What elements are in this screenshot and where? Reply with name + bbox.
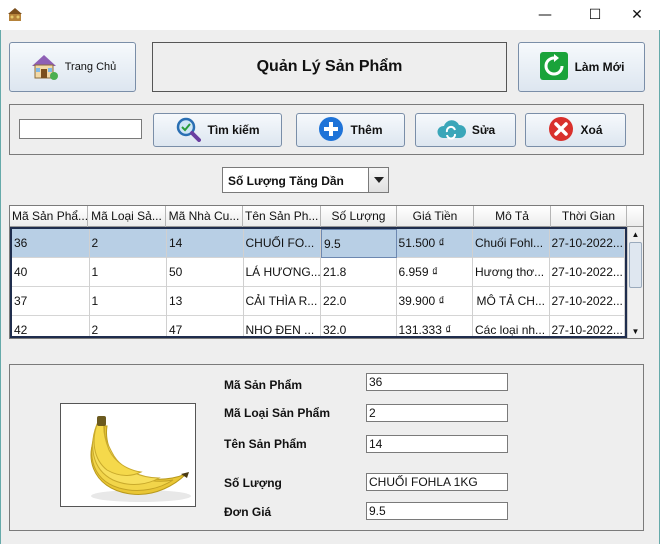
- home-label: Trang Chủ: [64, 61, 117, 73]
- table-cell[interactable]: 1: [90, 287, 167, 316]
- table-cell[interactable]: 1: [90, 258, 167, 287]
- search-input[interactable]: [19, 119, 142, 139]
- delete-icon: [548, 116, 574, 145]
- table-cell[interactable]: 9.5: [321, 229, 397, 258]
- table-cell[interactable]: 51.500 ₫: [397, 229, 474, 258]
- chevron-down-icon[interactable]: [368, 168, 388, 192]
- unit-price-field[interactable]: 9.5: [366, 502, 508, 520]
- table-cell[interactable]: CHUỐI FO...: [244, 229, 321, 258]
- table-cell[interactable]: 40: [12, 258, 90, 287]
- category-id-label: Mã Loại Sản Phẩm: [224, 406, 331, 420]
- search-icon: [175, 116, 202, 145]
- table-cell[interactable]: 6.959 ₫: [397, 258, 473, 287]
- quantity-label: Số Lượng: [224, 476, 282, 490]
- column-header[interactable]: Mã Loại Sả...: [88, 206, 166, 227]
- table-cell[interactable]: 37: [12, 287, 90, 316]
- table-cell[interactable]: 22.0: [321, 287, 397, 316]
- column-header[interactable]: Tên Sản Ph...: [243, 206, 321, 227]
- minimize-icon: —: [538, 7, 552, 23]
- edit-label: Sửa: [471, 123, 496, 137]
- table-cell[interactable]: 47: [167, 316, 244, 336]
- table-cell[interactable]: 27-10-2022...: [550, 258, 625, 287]
- table-header-corner: [627, 206, 643, 227]
- table-cell[interactable]: NHO ĐEN ...: [244, 316, 321, 336]
- maximize-icon: ☐: [588, 7, 602, 23]
- table-row[interactable]: 37 1 13 CẢI THÌA R... 22.0 39.900 ₫ MÔ T…: [12, 287, 625, 316]
- table-cell[interactable]: CẢI THÌA R...: [244, 287, 321, 316]
- close-button[interactable]: ✕: [614, 0, 660, 30]
- column-header[interactable]: Số Lượng: [321, 206, 397, 227]
- product-id-label: Mã Sản Phẩm: [224, 378, 303, 392]
- table-cell[interactable]: LÁ HƯƠNG...: [244, 258, 321, 287]
- delete-button[interactable]: Xoá: [525, 113, 626, 147]
- minimize-button[interactable]: —: [522, 0, 568, 30]
- column-header[interactable]: Mô Tả: [474, 206, 551, 227]
- table-cell[interactable]: 21.8: [321, 258, 397, 287]
- refresh-label: Làm Mới: [574, 60, 625, 74]
- column-header[interactable]: Giá Tiền: [397, 206, 474, 227]
- refresh-button[interactable]: Làm Mới: [518, 42, 645, 92]
- window-titlebar: — ☐ ✕: [0, 0, 660, 30]
- table-cell[interactable]: 2: [90, 229, 167, 258]
- search-button[interactable]: Tìm kiếm: [153, 113, 282, 147]
- home-icon: [29, 51, 59, 84]
- table-header: Mã Sản Phẩ... Mã Loại Sả... Mã Nhà Cu...…: [10, 206, 627, 227]
- table-cell[interactable]: 36: [12, 229, 90, 258]
- page-title: Quản Lý Sản Phẩm: [152, 42, 507, 92]
- refresh-icon: [539, 51, 569, 84]
- maximize-button[interactable]: ☐: [572, 0, 618, 30]
- table-row[interactable]: 42 2 47 NHO ĐEN ... 32.0 131.333 ₫ Các l…: [12, 316, 625, 336]
- table-cell[interactable]: 27-10-2022...: [550, 287, 625, 316]
- close-icon: ✕: [631, 7, 643, 23]
- edit-button[interactable]: Sửa: [415, 113, 516, 147]
- product-name-field[interactable]: 14: [366, 435, 508, 453]
- table-cell[interactable]: 27-10-2022...: [550, 229, 625, 258]
- table-cell[interactable]: Các loại nh...: [473, 316, 550, 336]
- cloud-sync-icon: [436, 118, 466, 143]
- table-scrollbar[interactable]: ▲ ▼: [627, 227, 643, 338]
- table-row[interactable]: 40 1 50 LÁ HƯƠNG... 21.8 6.959 ₫ Hương t…: [12, 258, 625, 287]
- table-cell[interactable]: 42: [12, 316, 90, 336]
- table-cell[interactable]: Hương thơ...: [473, 258, 550, 287]
- table-cell[interactable]: MÔ TẢ CH...: [473, 287, 550, 316]
- app-icon: [7, 7, 23, 23]
- scrollbar-thumb[interactable]: [629, 242, 642, 288]
- unit-price-label: Đơn Giá: [224, 505, 272, 519]
- sort-selected-value: Số Lượng Tăng Dần: [228, 174, 344, 188]
- scroll-down-icon[interactable]: ▼: [628, 324, 643, 338]
- product-id-field[interactable]: 36: [366, 373, 508, 391]
- column-header[interactable]: Mã Nhà Cu...: [166, 206, 243, 227]
- table-cell[interactable]: 131.333 ₫: [397, 316, 473, 336]
- plus-icon: [318, 116, 344, 145]
- product-image: [60, 403, 196, 507]
- table-cell[interactable]: 32.0: [321, 316, 397, 336]
- sort-dropdown[interactable]: Số Lượng Tăng Dần: [222, 167, 389, 193]
- category-id-field[interactable]: 2: [366, 404, 508, 422]
- table-cell[interactable]: 50: [167, 258, 244, 287]
- table-cell[interactable]: 13: [167, 287, 244, 316]
- home-button[interactable]: Trang Chủ: [9, 42, 136, 92]
- product-name-label: Tên Sản Phẩm: [224, 437, 307, 451]
- table-body: 36 2 14 CHUỐI FO... 9.5 51.500 ₫ Chuối F…: [10, 227, 627, 338]
- add-label: Thêm: [350, 123, 383, 137]
- table-cell[interactable]: 27-10-2022...: [550, 316, 625, 336]
- delete-label: Xoá: [580, 123, 603, 137]
- product-table: Mã Sản Phẩ... Mã Loại Sả... Mã Nhà Cu...…: [9, 205, 644, 339]
- quantity-field[interactable]: CHUỐI FOHLA 1KG: [366, 473, 508, 491]
- column-header[interactable]: Mã Sản Phẩ...: [10, 206, 88, 227]
- scroll-up-icon[interactable]: ▲: [628, 227, 643, 241]
- search-label: Tìm kiếm: [207, 123, 260, 137]
- banana-image: [61, 404, 195, 506]
- table-cell[interactable]: 14: [167, 229, 244, 258]
- table-cell[interactable]: 2: [90, 316, 167, 336]
- table-row[interactable]: 36 2 14 CHUỐI FO... 9.5 51.500 ₫ Chuối F…: [12, 229, 625, 258]
- column-header[interactable]: Thời Gian: [551, 206, 627, 227]
- table-cell[interactable]: Chuối Fohl...: [473, 229, 550, 258]
- table-cell[interactable]: 39.900 ₫: [397, 287, 473, 316]
- add-button[interactable]: Thêm: [296, 113, 405, 147]
